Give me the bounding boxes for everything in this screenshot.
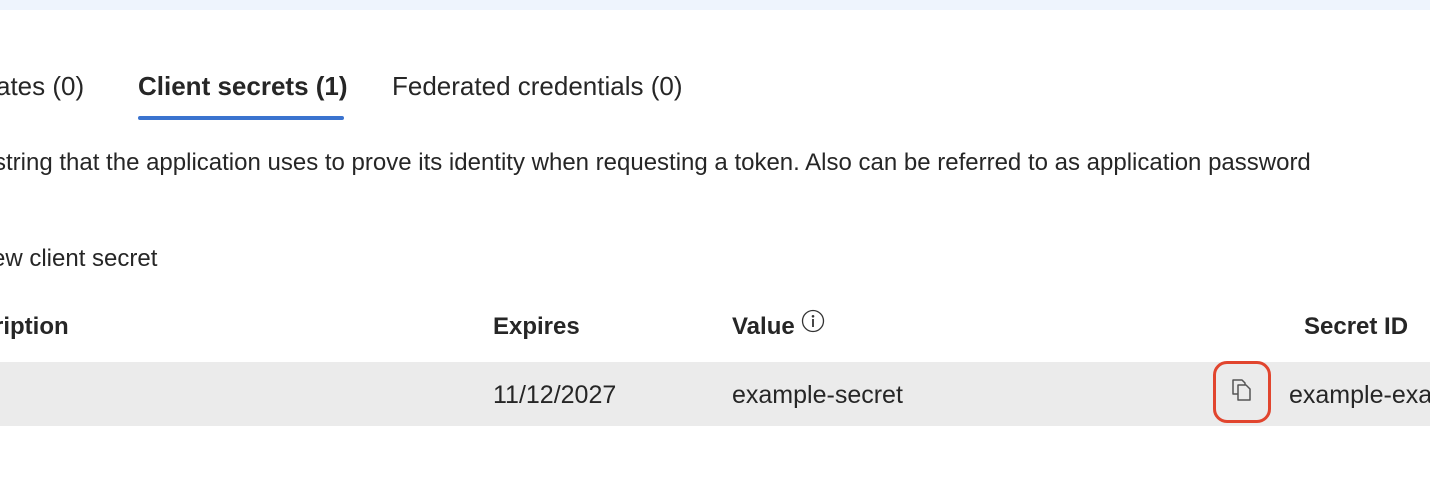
active-tab-indicator [138, 116, 344, 120]
copy-to-clipboard-button[interactable] [1213, 361, 1271, 423]
tab-client-secrets[interactable]: Client secrets (1) [138, 70, 348, 102]
top-banner-strip [0, 0, 1430, 10]
column-header-description: ription [0, 313, 69, 340]
column-header-secret-id: Secret ID [1304, 313, 1409, 340]
tab-federated-credentials[interactable]: Federated credentials (0) [392, 70, 682, 102]
copy-icon [1230, 377, 1254, 408]
secret-id-cell: example-exa [1289, 381, 1430, 409]
column-header-value: Value [732, 309, 825, 345]
column-header-expires: Expires [493, 313, 580, 340]
secret-value-cell: example-secret [732, 381, 903, 409]
new-client-secret-button[interactable]: ew client secret [0, 242, 157, 276]
tab-certificates[interactable]: ates (0) [0, 70, 84, 102]
client-secrets-description: string that the application uses to prov… [0, 149, 1311, 176]
column-header-value-label: Value [732, 313, 795, 340]
secret-expires-cell: 11/12/2027 [493, 381, 617, 409]
info-icon[interactable] [801, 309, 825, 343]
